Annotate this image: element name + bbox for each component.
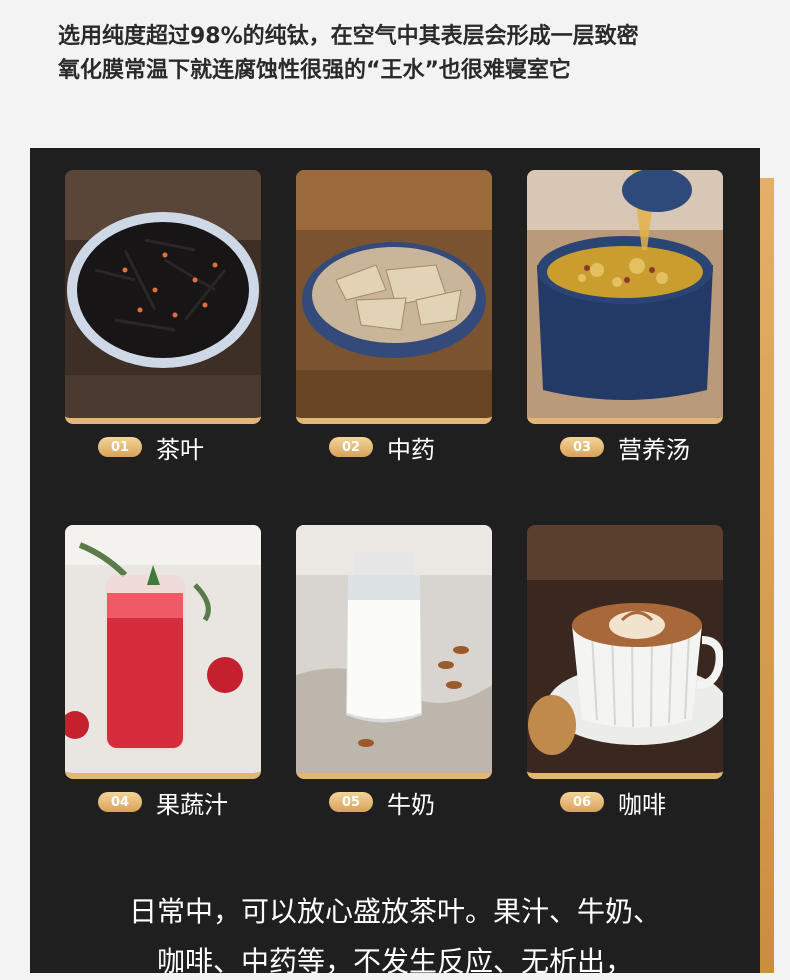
number-badge: 01 — [98, 437, 142, 457]
item-label: 果蔬汁 — [156, 790, 228, 819]
milk-photo — [296, 525, 492, 773]
nutritious-soup-photo — [527, 170, 723, 418]
item-label: 中药 — [387, 435, 435, 464]
intro-text: 选用纯度超过98%的纯钛，在空气中其表层会形成一层致密 氧化膜常温下就连腐蚀性很… — [58, 20, 758, 88]
number-badge: 04 — [98, 792, 142, 812]
bottom-text-line-2: 咖啡、中药等，不发生反应、无析出， — [156, 945, 633, 978]
label-item-06: 06 咖啡 — [560, 787, 666, 819]
tea-leaves-photo — [65, 170, 261, 418]
label-item-03: 03 营养汤 — [560, 432, 690, 464]
coffee-card — [527, 525, 723, 779]
label-item-01: 01 茶叶 — [98, 432, 204, 464]
herbal-card — [296, 170, 492, 424]
number-badge: 02 — [329, 437, 373, 457]
coffee-photo — [527, 525, 723, 773]
bottom-text-line-1: 日常中，可以放心盛放茶叶。果汁、牛奶、 — [128, 895, 661, 928]
item-label: 营养汤 — [618, 435, 690, 464]
gold-accent-strip — [760, 178, 774, 973]
label-item-02: 02 中药 — [329, 432, 435, 464]
number-badge: 06 — [560, 792, 604, 812]
label-item-04: 04 果蔬汁 — [98, 787, 228, 819]
number-badge: 03 — [560, 437, 604, 457]
tea-card — [65, 170, 261, 424]
item-label: 咖啡 — [618, 790, 666, 819]
intro-line-2: 氧化膜常温下就连腐蚀性很强的“王水”也很难寝室它 — [58, 58, 571, 83]
fruit-juice-photo — [65, 525, 261, 773]
item-label: 牛奶 — [387, 790, 435, 819]
item-label: 茶叶 — [156, 435, 204, 464]
milk-card — [296, 525, 492, 779]
herbal-medicine-photo — [296, 170, 492, 418]
intro-line-1: 选用纯度超过98%的纯钛，在空气中其表层会形成一层致密 — [58, 24, 639, 49]
label-item-05: 05 牛奶 — [329, 787, 435, 819]
soup-card — [527, 170, 723, 424]
number-badge: 05 — [329, 792, 373, 812]
juice-card — [65, 525, 261, 779]
